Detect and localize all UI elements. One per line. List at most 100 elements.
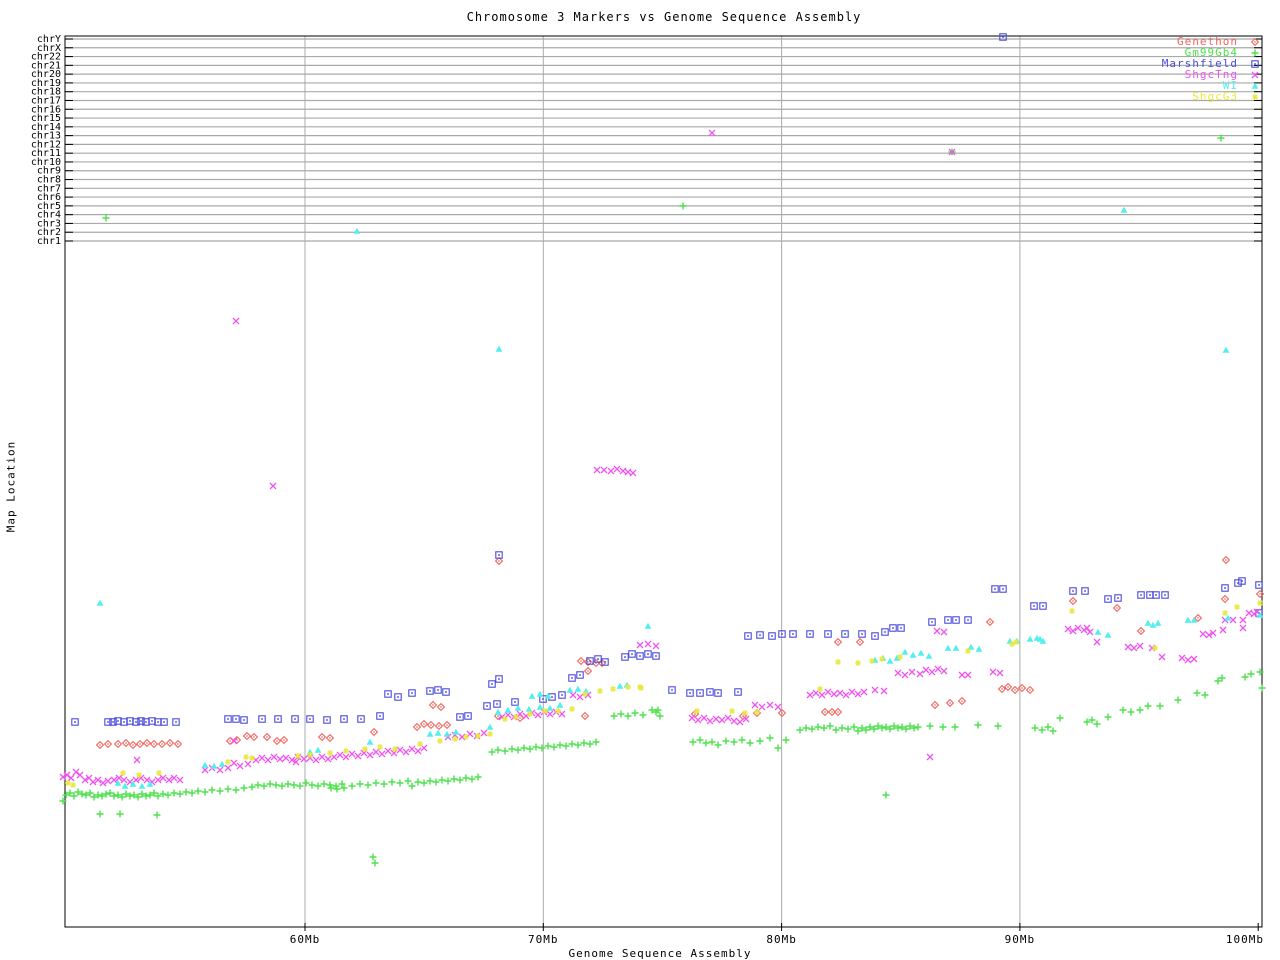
data-point-Gm99Gb4 (556, 741, 564, 749)
data-point-WI (574, 685, 582, 692)
data-point-Gm99Gb4 (882, 791, 890, 799)
data-point-Gm99Gb4 (738, 736, 746, 744)
data-point-Gm99Gb4 (514, 746, 522, 754)
data-point-Gm99Gb4 (420, 779, 428, 787)
data-point-Marshfield (644, 650, 652, 658)
data-point-Genethon (113, 739, 123, 749)
data-point-Marshfield (928, 618, 936, 626)
data-point-Genethon (419, 719, 429, 729)
data-point-Marshfield (621, 653, 629, 661)
data-point-Marshfield (668, 686, 676, 694)
data-point-ShgcG3 (1234, 604, 1240, 610)
data-point-Marshfield (1137, 591, 1145, 599)
data-point-ShgcG3 (610, 686, 616, 692)
data-point-WI (1094, 628, 1102, 635)
data-point-WI (975, 645, 983, 652)
data-point-Marshfield (789, 630, 797, 638)
data-point-Marshfield (483, 702, 491, 710)
data-point-Marshfield (160, 718, 168, 726)
data-point-Gm99Gb4 (1031, 724, 1039, 732)
data-point-Marshfield (897, 624, 905, 632)
data-point-ShgcG3 (463, 734, 469, 740)
data-point-ShgcTng (1199, 630, 1207, 638)
data-point-Marshfield (493, 700, 501, 708)
data-point-Marshfield (952, 616, 960, 624)
data-point-ShgcTng (360, 749, 368, 757)
data-point-ShgcTng (354, 752, 362, 760)
data-point-Gm99Gb4 (689, 738, 697, 746)
data-point-ShgcG3 (694, 708, 700, 714)
data-point-ShgcTng (607, 467, 615, 475)
data-point-Genethon (442, 720, 452, 730)
data-point-ShgcG3 (869, 658, 875, 664)
data-point-Genethon (436, 702, 446, 712)
data-point-ShgcTng (894, 669, 902, 677)
data-point-ShgcG3 (817, 686, 823, 692)
data-point-ShgcTng (996, 669, 1004, 677)
data-point-Gm99Gb4 (820, 724, 828, 732)
data-point-Gm99Gb4 (450, 775, 458, 783)
data-point-ShgcG3 (527, 711, 533, 717)
data-point-WI (1104, 631, 1112, 638)
data-point-ShgcTng (1136, 642, 1144, 650)
data-point-WI (495, 345, 503, 352)
data-point-WI (494, 708, 502, 715)
data-point-Genethon (930, 700, 940, 710)
data-point-ShgcTng (629, 469, 637, 477)
data-point-WI (525, 705, 533, 712)
data-point-Gm99Gb4 (462, 774, 470, 782)
data-point-WI (952, 644, 960, 651)
data-point-Gm99Gb4 (617, 710, 625, 718)
data-point-WI (452, 728, 460, 735)
data-point-Gm99Gb4 (116, 810, 124, 818)
data-point-Gm99Gb4 (272, 781, 280, 789)
data-point-ShgcTng (836, 689, 844, 697)
data-point-ShgcTng (860, 688, 868, 696)
data-point-ShgcTng (176, 776, 184, 784)
data-point-Marshfield (628, 650, 636, 658)
data-point-Genethon (1220, 594, 1230, 604)
data-point-Gm99Gb4 (266, 780, 274, 788)
data-point-ShgcTng (244, 760, 252, 768)
data-point-ShgcTng (880, 687, 888, 695)
data-point-WI (546, 704, 554, 711)
data-point-ShgcTng (312, 756, 320, 764)
data-point-ShgcTng (1158, 653, 1166, 661)
data-point-Marshfield (1081, 587, 1089, 595)
data-point-Gm99Gb4 (774, 744, 782, 752)
data-point-Gm99Gb4 (404, 777, 412, 785)
data-point-ShgcTng (201, 766, 209, 774)
data-point-Gm99Gb4 (371, 859, 379, 867)
data-point-WI (967, 643, 975, 650)
data-point-ShgcG3 (542, 708, 548, 714)
data-point-ShgcTng (1190, 655, 1198, 663)
data-point-Marshfield (258, 715, 266, 723)
data-point-WI (121, 782, 129, 789)
data-point-Genethon (325, 733, 335, 743)
data-point-Gm99Gb4 (1174, 696, 1182, 704)
data-point-Genethon (1010, 685, 1020, 695)
data-point-WI (1154, 619, 1162, 626)
data-point-Marshfield (686, 689, 694, 697)
data-point-Marshfield (120, 718, 128, 726)
data-point-ShgcG3 (625, 684, 631, 690)
data-point-Gm99Gb4 (1144, 702, 1152, 710)
data-point-WI (1144, 619, 1152, 626)
series-Gm99Gb4 (59, 134, 1266, 867)
data-point-ShgcTng (300, 755, 308, 763)
data-point-Marshfield (1221, 584, 1229, 592)
data-point-ShgcG3 (754, 709, 760, 715)
legend-entry-shgcg3: ShgcG3 (1162, 91, 1262, 102)
data-point-ShgcG3 (569, 706, 575, 712)
data-point-Gm99Gb4 (520, 744, 528, 752)
data-point-Gm99Gb4 (926, 722, 934, 730)
data-point-Genethon (249, 732, 259, 742)
legend-label-shgcg3: ShgcG3 (1192, 90, 1238, 103)
data-point-ShgcTng (636, 641, 644, 649)
data-point-Gm99Gb4 (1247, 670, 1255, 678)
data-point-ShgcTng (922, 666, 930, 674)
data-point-ShgcTng (751, 701, 759, 709)
data-point-Genethon (1025, 685, 1035, 695)
data-point-Marshfield (756, 631, 764, 639)
data-point-Gm99Gb4 (232, 786, 240, 794)
